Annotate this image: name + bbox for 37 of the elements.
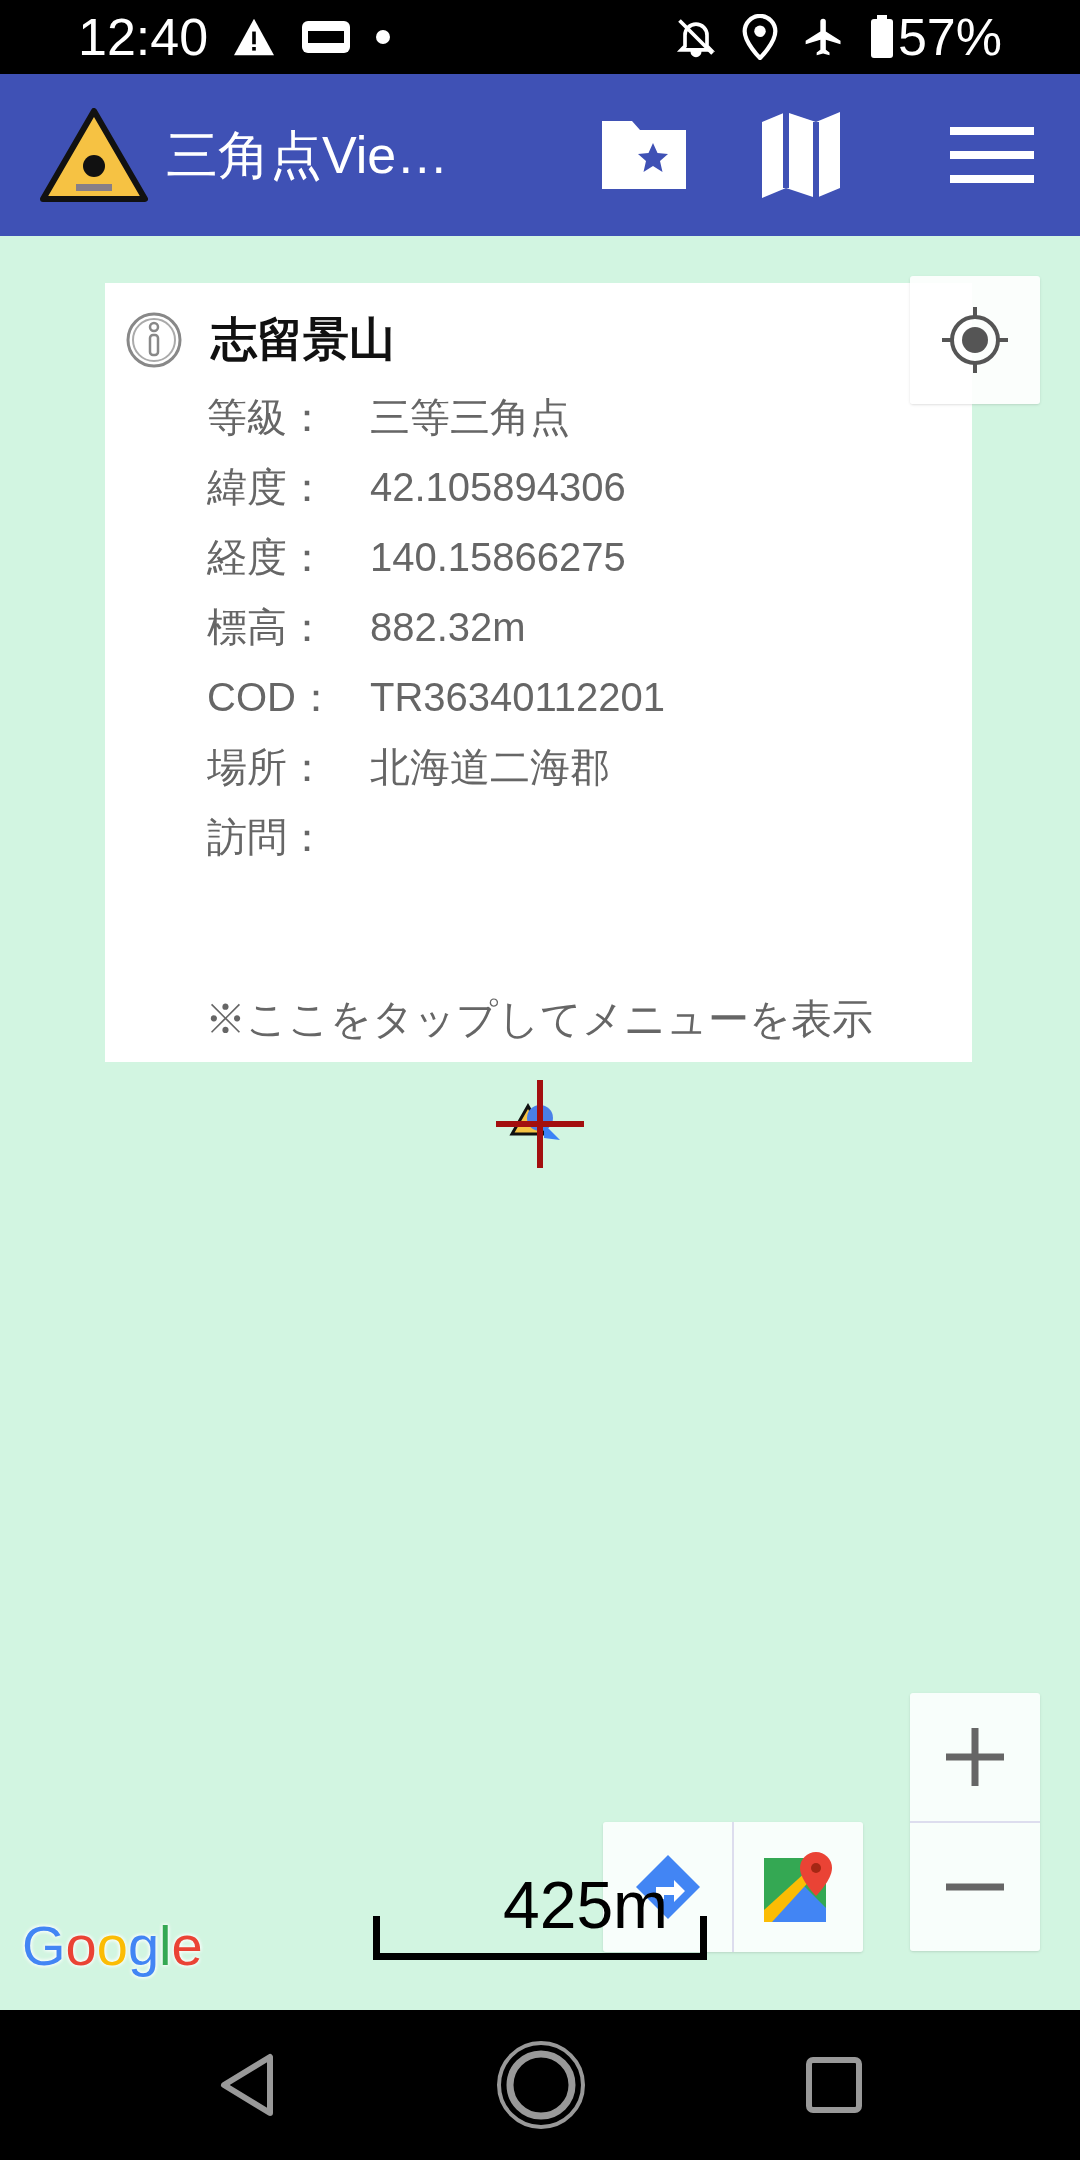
info-icon bbox=[125, 310, 183, 369]
field-value: 140.15866275 bbox=[370, 534, 626, 581]
info-card[interactable]: 志留景山 等級： 三等三角点 緯度： 42.105894306 経度： 140.15866275 標高： 882.32m COD： TR36340112201 場所： 北海道二海郡 訪問： ※ここをタップしてメニューを表示 bbox=[105, 283, 972, 1062]
status-time: 12:40 bbox=[78, 7, 209, 68]
field-label: 等級： bbox=[207, 394, 328, 441]
screen-icon bbox=[300, 19, 353, 55]
home-button[interactable] bbox=[496, 2040, 586, 2130]
menu-icon[interactable] bbox=[950, 127, 1034, 183]
field-label: COD： bbox=[207, 674, 337, 721]
recents-button[interactable] bbox=[806, 2057, 862, 2113]
field-label: 経度： bbox=[207, 534, 328, 581]
field-label: 緯度： bbox=[207, 464, 328, 511]
warning-icon bbox=[232, 17, 277, 57]
back-button[interactable] bbox=[218, 2053, 276, 2117]
scale-label: 425m bbox=[503, 1872, 669, 1938]
my-location-button[interactable] bbox=[910, 276, 1040, 404]
field-value: 北海道二海郡 bbox=[370, 744, 610, 791]
crosshair-icon bbox=[940, 305, 1010, 375]
field-value: TR36340112201 bbox=[370, 674, 666, 721]
map-area[interactable]: 志留景山 等級： 三等三角点 緯度： 42.105894306 経度： 140.15866275 標高： 882.32m COD： TR36340112201 場所： 北海道二海郡 訪問： ※ここをタップしてメニューを表示 425m Google bbox=[0, 236, 1080, 2010]
map-icon[interactable] bbox=[760, 110, 842, 200]
plus-icon bbox=[946, 1728, 1004, 1786]
field-value: 三等三角点 bbox=[370, 394, 570, 441]
field-value: 882.32m bbox=[370, 604, 526, 651]
minus-icon bbox=[946, 1883, 1004, 1891]
app-logo-icon bbox=[40, 108, 148, 202]
point-name: 志留景山 bbox=[211, 312, 395, 367]
location-icon bbox=[741, 14, 778, 60]
field-label: 場所： bbox=[207, 744, 328, 791]
app-title: 三角点Vie… bbox=[166, 125, 449, 186]
battery-percentage: 57% bbox=[897, 7, 1002, 68]
field-label: 訪問： bbox=[207, 814, 328, 861]
battery-icon bbox=[869, 15, 894, 59]
tap-hint: ※ここをタップしてメニューを表示 bbox=[205, 995, 873, 1044]
field-value: 42.105894306 bbox=[370, 464, 626, 511]
dot-icon bbox=[376, 30, 391, 44]
field-label: 標高： bbox=[207, 604, 328, 651]
